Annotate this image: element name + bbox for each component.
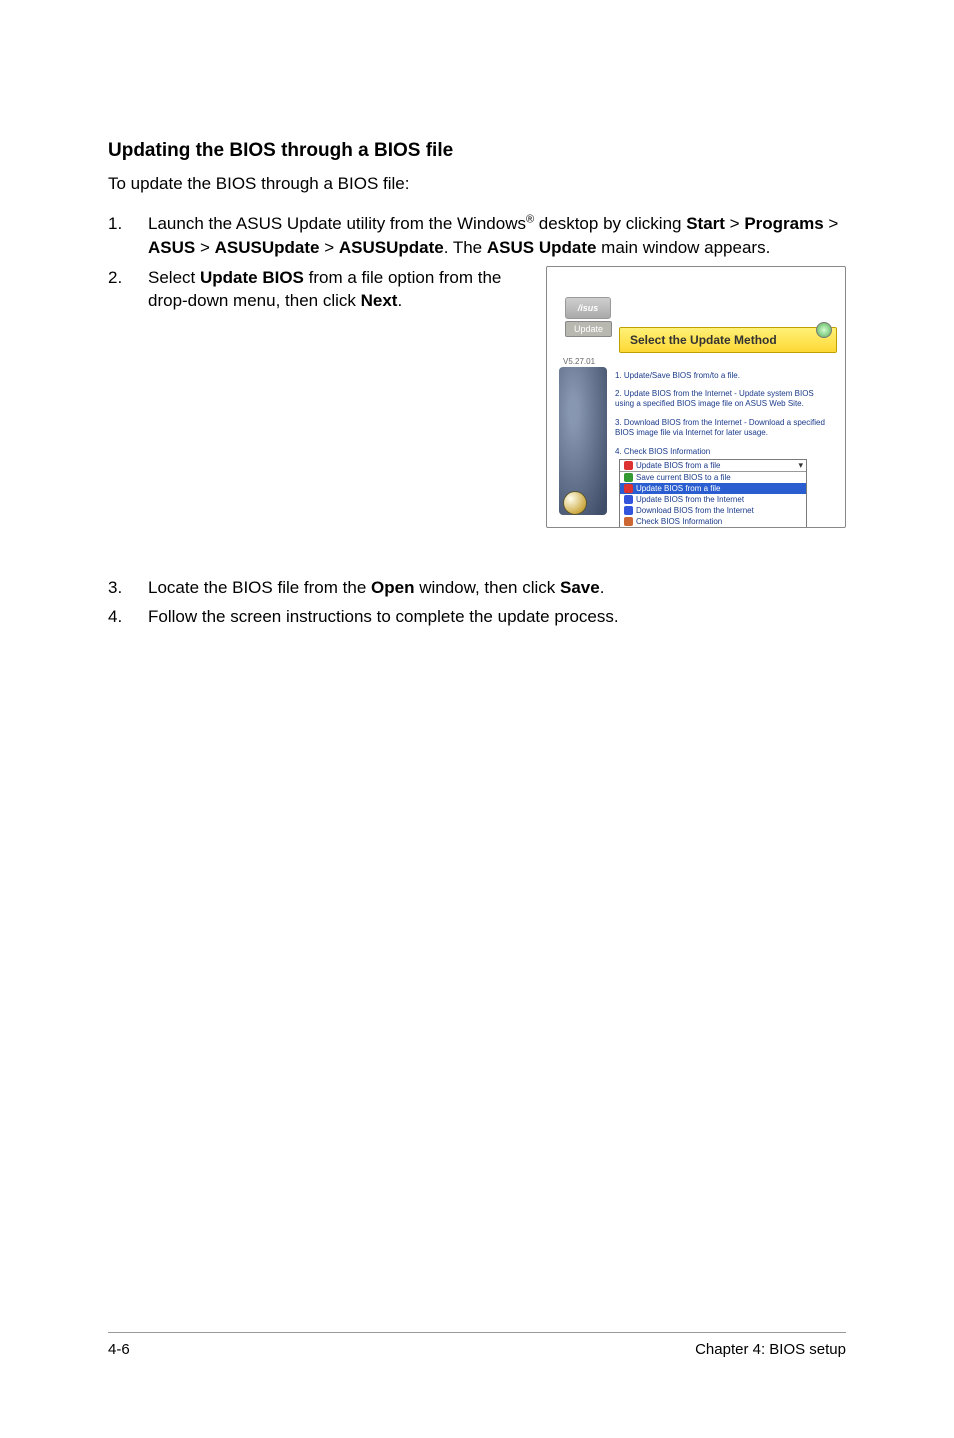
dropdown-option-update-net[interactable]: Update BIOS from the Internet: [620, 494, 806, 505]
save-label: Save: [560, 578, 600, 597]
net-icon: [624, 495, 633, 504]
method-list: 1. Update/Save BIOS from/to a file. 2. U…: [615, 371, 835, 465]
info-icon: [624, 517, 633, 526]
download-icon: [624, 506, 633, 515]
open-label: Open: [371, 578, 414, 597]
step-number: 1.: [108, 212, 148, 260]
step-1: 1. Launch the ASUS Update utility from t…: [108, 212, 846, 260]
disk-icon: [624, 461, 633, 470]
method-item-3: 3. Download BIOS from the Internet - Dow…: [615, 418, 835, 439]
step-text: Locate the BIOS file from the Open windo…: [148, 576, 846, 600]
text: >: [195, 238, 214, 257]
step-3: 3. Locate the BIOS file from the Open wi…: [108, 576, 846, 600]
section-title: Updating the BIOS through a BIOS file: [108, 140, 846, 162]
step-text: Select Update BIOS from a file option fr…: [148, 266, 534, 314]
step-4: 4. Follow the screen instructions to com…: [108, 605, 846, 629]
page-footer: 4-6 Chapter 4: BIOS setup: [108, 1332, 846, 1358]
asus-update-label: ASUS Update: [487, 238, 597, 257]
dropdown-option-save[interactable]: Save current BIOS to a file: [620, 472, 806, 483]
decorative-strip: [559, 367, 607, 515]
next-label: Next: [361, 291, 398, 310]
dropdown-option-check[interactable]: Check BIOS Information: [620, 516, 806, 527]
version-label: V5.27.01: [563, 357, 595, 366]
disk-icon: [624, 484, 633, 493]
registered-symbol: ®: [526, 213, 534, 225]
text: desktop by clicking: [534, 214, 686, 233]
chapter-label: Chapter 4: BIOS setup: [695, 1341, 846, 1358]
start-label: Start: [686, 214, 725, 233]
text: >: [824, 214, 839, 233]
decorative-orb: [563, 491, 587, 515]
text: >: [725, 214, 744, 233]
option-label: Download BIOS from the Internet: [636, 506, 754, 515]
method-item-2: 2. Update BIOS from the Internet - Updat…: [615, 389, 835, 410]
step-text: Follow the screen instructions to comple…: [148, 605, 846, 629]
text: Locate the BIOS file from the: [148, 578, 371, 597]
asus-logo: /isus: [565, 297, 611, 319]
asusupdate-label: ASUSUpdate: [215, 238, 320, 257]
step-number: 2.: [108, 266, 148, 314]
dropdown-option-update-file[interactable]: Update BIOS from a file: [620, 483, 806, 494]
update-tab[interactable]: Update: [565, 321, 612, 337]
asus-update-screenshot: /isus Update Select the Update Method V5…: [546, 266, 846, 528]
save-icon: [624, 473, 633, 482]
method-item-1: 1. Update/Save BIOS from/to a file.: [615, 371, 835, 381]
text: .: [397, 291, 402, 310]
text: . The: [444, 238, 487, 257]
asusupdate2-label: ASUSUpdate: [339, 238, 444, 257]
dropdown-option-download[interactable]: Download BIOS from the Internet: [620, 505, 806, 516]
option-label: Update BIOS from a file: [636, 484, 720, 493]
text: main window appears.: [596, 238, 770, 257]
step-number: 3.: [108, 576, 148, 600]
step-2: 2. Select Update BIOS from a file option…: [108, 266, 534, 314]
dropdown-selected[interactable]: Update BIOS from a file: [620, 460, 806, 472]
text: >: [319, 238, 338, 257]
asus-label: ASUS: [148, 238, 195, 257]
page-number: 4-6: [108, 1341, 130, 1358]
option-label: Check BIOS Information: [636, 517, 722, 526]
intro-text: To update the BIOS through a BIOS file:: [108, 174, 846, 194]
update-method-title: Select the Update Method: [619, 327, 837, 353]
step-text: Launch the ASUS Update utility from the …: [148, 212, 846, 260]
dropdown-option-options[interactable]: Options: [620, 527, 806, 528]
programs-label: Programs: [744, 214, 823, 233]
dropdown-label: Update BIOS from a file: [636, 461, 720, 470]
text: window, then click: [414, 578, 560, 597]
text: .: [600, 578, 605, 597]
text: Select: [148, 268, 200, 287]
method-item-4: 4. Check BIOS Information: [615, 447, 835, 457]
text: Launch the ASUS Update utility from the …: [148, 214, 526, 233]
step-number: 4.: [108, 605, 148, 629]
option-label: Save current BIOS to a file: [636, 473, 731, 482]
option-label: Update BIOS from the Internet: [636, 495, 744, 504]
method-dropdown[interactable]: Update BIOS from a file Save current BIO…: [619, 459, 807, 528]
update-bios-label: Update BIOS: [200, 268, 304, 287]
